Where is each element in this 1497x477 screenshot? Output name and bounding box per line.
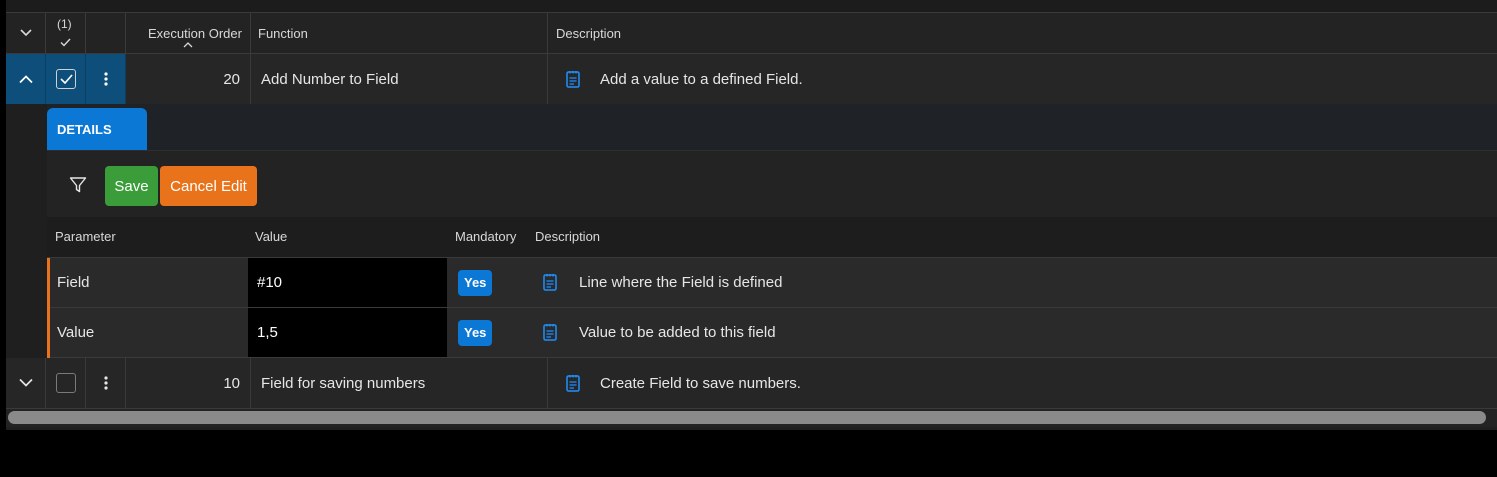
row-menu-button[interactable] [86,54,126,104]
chevron-down-icon[interactable] [19,29,32,37]
function-cell: Add Number to Field [251,54,548,104]
parameter-name: Field [57,274,90,291]
note-icon[interactable] [566,70,580,88]
selection-count: (1) [57,17,72,31]
chevron-up-icon[interactable] [18,75,33,84]
row-collapse-button[interactable] [6,54,46,104]
row-menu-button[interactable] [86,358,126,408]
parameter-value-input[interactable]: #10 [248,258,447,307]
header-mandatory[interactable]: Mandatory [455,229,516,244]
note-icon[interactable] [543,323,557,341]
mandatory-badge: Yes [458,320,492,346]
details-toolbar: Save Cancel Edit [47,151,1497,217]
parameter-row[interactable]: Field #10 Yes Line where the Field is de… [47,258,1497,308]
parameter-description: Line where the Field is defined [579,274,783,291]
kebab-menu-icon[interactable] [103,72,108,86]
check-icon [60,38,71,47]
cancel-edit-button[interactable]: Cancel Edit [160,166,257,206]
parameter-description: Value to be added to this field [579,324,776,341]
header-parameter[interactable]: Parameter [55,229,116,244]
parameter-table-header: Parameter Value Mandatory Description [47,217,1497,258]
sort-ascending-icon [183,42,193,48]
tab-details[interactable]: DETAILS [47,108,147,150]
execution-order-cell: 20 [126,54,251,104]
row-accent [47,258,50,308]
save-button[interactable]: Save [105,166,158,206]
execution-order-cell: 10 [126,358,251,408]
table-row[interactable]: 10 Field for saving numbers Create Field… [6,358,1497,409]
row-accent [47,308,50,358]
grid-header: (1) Execution Order Function Description [6,13,1497,54]
description-cell: Create Field to save numbers. [548,358,1497,408]
row-checkbox-cell[interactable] [46,54,86,104]
function-grid-app: (1) Execution Order Function Description [6,0,1497,430]
header-expand-all[interactable] [6,13,46,53]
details-tabbar: DETAILS [47,104,1497,151]
row-expand-button[interactable] [6,358,46,408]
row-checkbox[interactable] [55,373,76,393]
description-cell: Add a value to a defined Field. [548,54,1497,104]
kebab-menu-icon[interactable] [103,376,108,390]
filter-icon[interactable] [69,176,87,194]
header-param-description[interactable]: Description [535,229,600,244]
function-cell: Field for saving numbers [251,358,548,408]
header-execution-order-label: Execution Order [148,26,242,41]
top-strip [6,0,1497,13]
mandatory-badge: Yes [458,270,492,296]
header-function[interactable]: Function [251,13,548,53]
horizontal-scrollbar[interactable] [6,409,1497,427]
check-icon [59,74,73,84]
chevron-down-icon[interactable] [18,378,33,388]
note-icon[interactable] [566,374,580,392]
row-checkbox[interactable] [55,69,76,89]
details-indent [6,104,47,357]
details-panel: DETAILS Save Cancel Edit Parameter Value… [6,104,1497,358]
parameter-name: Value [57,324,95,341]
note-icon[interactable] [543,273,557,291]
header-select-column[interactable]: (1) [46,13,86,53]
header-description[interactable]: Description [548,13,1497,53]
row-checkbox-cell[interactable] [46,358,86,408]
scrollbar-thumb[interactable] [8,411,1486,424]
header-menu-column [86,13,126,53]
header-execution-order[interactable]: Execution Order [126,13,251,53]
parameter-value-input[interactable]: 1,5 [248,308,447,357]
header-value[interactable]: Value [255,229,287,244]
parameter-row[interactable]: Value 1,5 Yes Value to be added to this … [47,308,1497,358]
table-row[interactable]: 20 Add Number to Field Add a value to a … [6,54,1497,105]
